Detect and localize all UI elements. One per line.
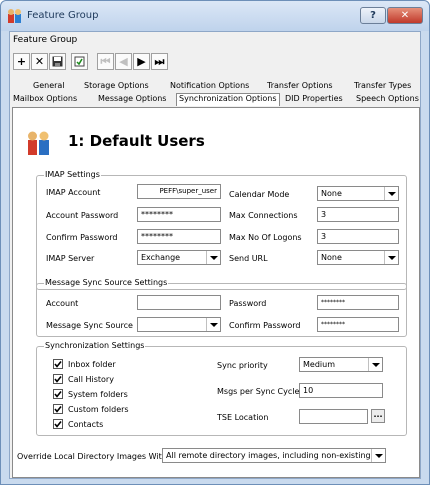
first-record-icon[interactable]: ⏮ [97,53,114,70]
confirm-password-label: Confirm Password [46,233,118,242]
add-icon[interactable]: + [13,53,30,70]
system-folders-checkbox[interactable] [53,389,63,399]
close-button[interactable]: ✕ [387,7,423,24]
tse-location-label: TSE Location [217,413,269,422]
calendar-mode-value: None [321,189,342,198]
imap-settings-group: IMAP Settings IMAP Account PEFF\super_us… [36,170,407,290]
record-toolbar: + ✕ ⏮ ◀ ▶ ⏭ [11,51,187,71]
override-images-label: Override Local Directory Images With [17,452,167,461]
sync-password-field[interactable]: ******** [317,295,399,310]
users-group-icon [8,9,21,23]
confirm-password-field[interactable]: ******** [137,229,221,244]
next-record-icon[interactable]: ▶ [133,53,150,70]
account-password-label: Account Password [46,211,119,220]
call-history-checkbox[interactable] [53,374,63,384]
sync-account-label: Account [46,299,79,308]
account-password-field[interactable]: ******** [137,207,221,222]
message-sync-source-select-label: Message Sync Source [46,321,133,330]
max-logons-label: Max No Of Logons [229,233,302,242]
tab-did-properties[interactable]: DID Properties [285,94,343,107]
tab-mailbox-options[interactable]: Mailbox Options [13,94,77,107]
send-url-value: None [321,253,342,262]
synchronization-options-panel: 1: Default Users IMAP Settings IMAP Acco… [12,107,420,478]
chevron-down-icon[interactable] [384,187,398,200]
sync-priority-select[interactable]: Medium [299,357,383,372]
imap-server-label: IMAP Server [46,254,95,263]
max-connections-label: Max Connections [229,211,298,220]
user-group-title: 1: Default Users [68,132,205,150]
client-area: Feature Group + ✕ ⏮ ◀ ▶ ⏭ General Storag… [9,31,421,479]
sync-priority-label: Sync priority [217,361,268,370]
chevron-down-icon[interactable] [206,251,220,264]
msgs-per-sync-cycle-field[interactable]: 10 [299,383,383,398]
sync-password-label: Password [229,299,267,308]
previous-record-icon[interactable]: ◀ [115,53,132,70]
last-record-icon[interactable]: ⏭ [151,53,168,70]
save-icon[interactable] [49,53,66,70]
sync-account-field[interactable] [137,295,221,310]
sync-confirm-password-label: Confirm Password [229,321,301,330]
help-button[interactable]: ? [360,7,386,24]
users-group-icon [28,131,49,155]
inbox-folder-label: Inbox folder [68,360,116,369]
chevron-down-icon[interactable] [206,318,220,331]
imap-account-label: IMAP Account [46,188,101,197]
window-title: Feature Group [27,10,99,21]
message-sync-source-group: Message Sync Source Settings Account Mes… [36,278,407,337]
calendar-mode-select[interactable]: None [317,186,399,201]
title-bar[interactable]: Feature Group ? ✕ [1,1,429,31]
message-sync-source-label: Message Sync Source Settings [44,278,169,287]
synchronization-settings-group: Synchronization Settings Inbox folder Ca… [36,341,407,436]
tab-synchronization-options[interactable]: Synchronization Options [176,93,280,106]
form-title: Feature Group [13,35,78,45]
max-logons-field[interactable]: 3 [317,229,399,244]
tse-location-field[interactable] [299,409,368,424]
max-connections-field[interactable]: 3 [317,207,399,222]
msgs-per-sync-cycle-label: Msgs per Sync Cycle [217,387,300,396]
feature-group-window: Feature Group ? ✕ Feature Group + ✕ ⏮ ◀ … [0,0,430,485]
calendar-mode-label: Calendar Mode [229,190,290,199]
send-url-label: Send URL [229,254,268,263]
tab-general[interactable]: General [33,81,65,94]
inbox-folder-checkbox[interactable] [53,359,63,369]
system-folders-label: System folders [68,390,128,399]
tab-speech-options[interactable]: Speech Options [356,94,419,107]
chevron-down-icon[interactable] [384,251,398,264]
refresh-icon[interactable] [71,53,88,70]
browse-button[interactable]: ... [371,409,385,423]
send-url-select[interactable]: None [317,250,399,265]
tab-message-options[interactable]: Message Options [98,94,166,107]
imap-account-field[interactable]: PEFF\super_user [137,184,221,199]
message-sync-source-select[interactable] [137,317,221,332]
contacts-checkbox[interactable] [53,419,63,429]
tab-transfer-types[interactable]: Transfer Types [354,81,411,94]
tab-storage-options[interactable]: Storage Options [84,81,149,94]
chevron-down-icon[interactable] [368,358,382,371]
contacts-label: Contacts [68,420,104,429]
imap-server-select[interactable]: Exchange [137,250,221,265]
override-images-select[interactable]: All remote directory images, including n… [162,448,386,463]
override-images-value: All remote directory images, including n… [166,451,371,460]
delete-icon[interactable]: ✕ [31,53,48,70]
imap-server-value: Exchange [141,253,181,262]
synchronization-settings-label: Synchronization Settings [44,341,146,350]
call-history-label: Call History [68,375,114,384]
sync-priority-value: Medium [303,360,335,369]
chevron-down-icon[interactable] [371,449,385,462]
custom-folders-checkbox[interactable] [53,404,63,414]
imap-settings-label: IMAP Settings [44,170,101,179]
custom-folders-label: Custom folders [68,405,129,414]
sync-confirm-password-field[interactable]: ******** [317,317,399,332]
